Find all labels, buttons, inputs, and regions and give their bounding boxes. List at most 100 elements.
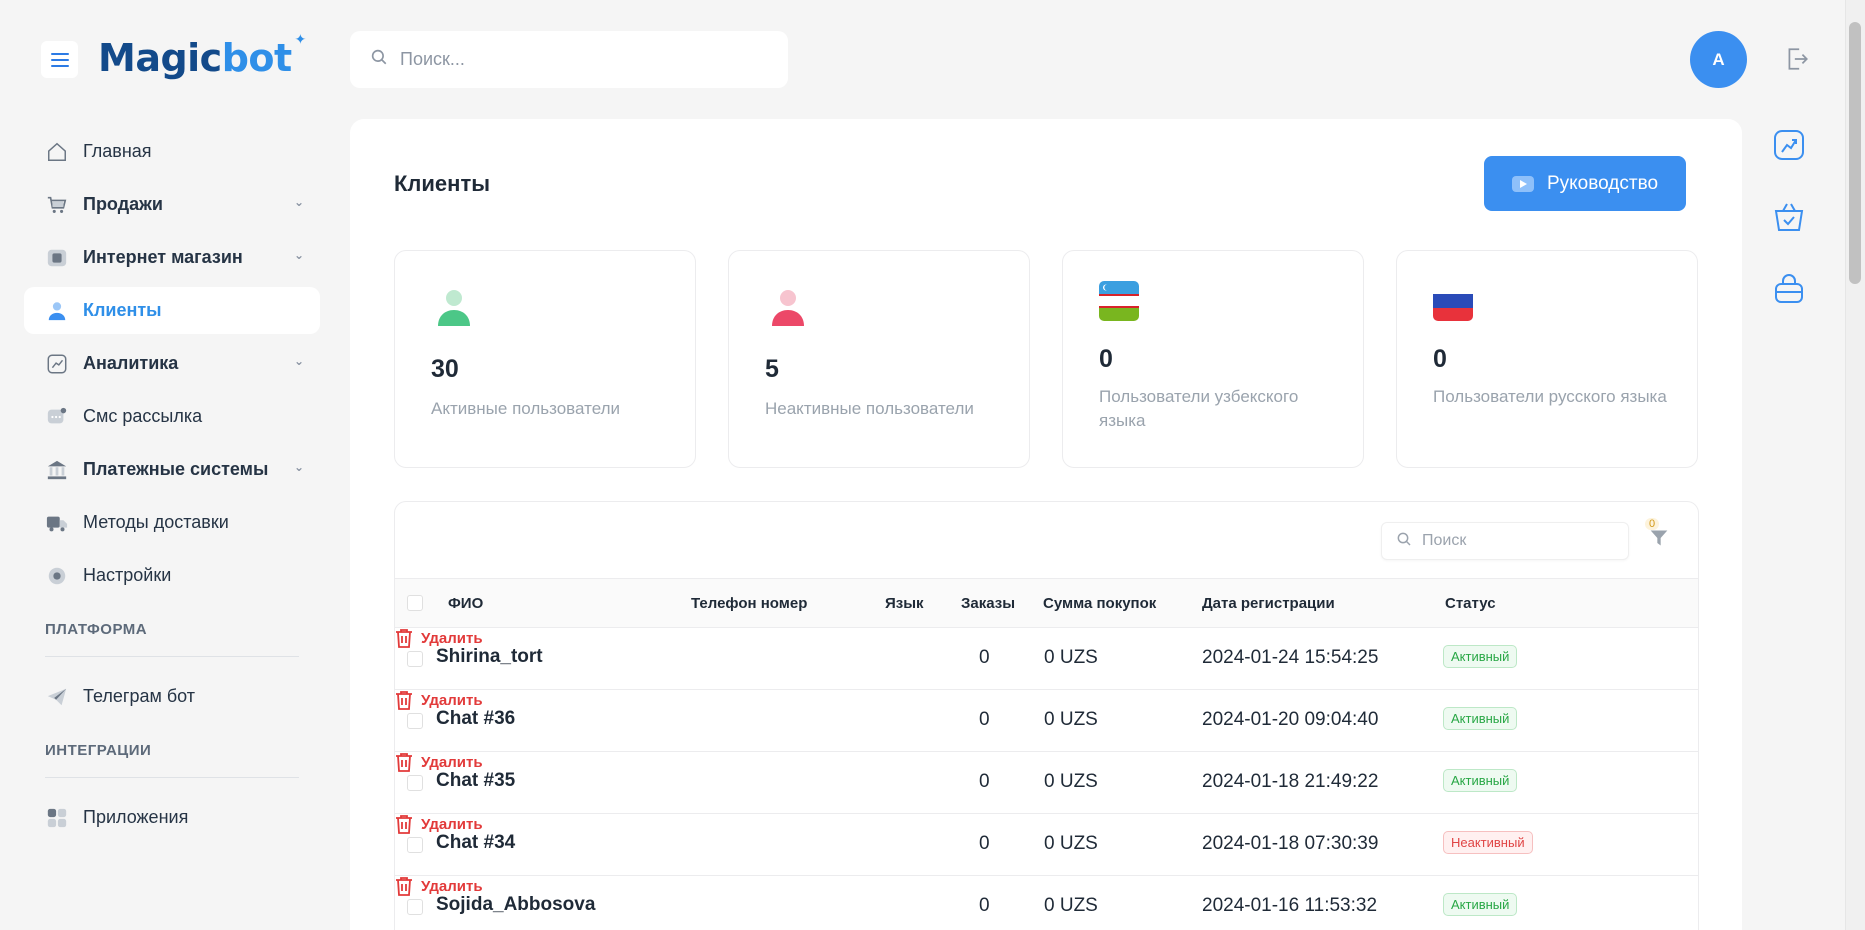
registration-date: 2024-01-16 11:53:32 bbox=[1202, 895, 1378, 916]
sidebar-item-label: Продажи bbox=[83, 194, 163, 214]
table-row[interactable]: Chat #34 0 0 UZS 2024-01-18 07:30:39 Неа… bbox=[395, 814, 1698, 876]
sms-icon bbox=[45, 405, 69, 429]
column-header-name[interactable]: ФИО bbox=[448, 595, 483, 612]
app-logo[interactable]: Magicbot ✦ bbox=[98, 32, 306, 80]
basket-check-icon[interactable] bbox=[1772, 200, 1806, 234]
table-row[interactable]: Chat #35 0 0 UZS 2024-01-18 21:49:22 Акт… bbox=[395, 752, 1698, 814]
client-name[interactable]: Chat #36 bbox=[436, 708, 515, 730]
purchase-sum: 0 UZS bbox=[1044, 771, 1098, 792]
orders-count: 0 bbox=[979, 895, 990, 916]
column-header-phone[interactable]: Телефон номер bbox=[691, 595, 807, 612]
page-title: Клиенты bbox=[394, 171, 491, 196]
filter-count-badge: 0 bbox=[1645, 518, 1660, 530]
table-search-input[interactable] bbox=[1422, 532, 1622, 550]
stat-value: 0 bbox=[1099, 345, 1113, 373]
select-all-checkbox[interactable] bbox=[407, 595, 423, 611]
table-row[interactable]: Shirina_tort 0 0 UZS 2024-01-24 15:54:25… bbox=[395, 628, 1698, 690]
orders-count: 0 bbox=[979, 833, 990, 854]
menu-toggle-button[interactable] bbox=[41, 41, 78, 78]
status-badge: Активный bbox=[1443, 707, 1518, 730]
cart-icon bbox=[45, 193, 69, 217]
sidebar-item-sales[interactable]: Продажи ⌄ bbox=[24, 181, 320, 228]
status-badge: Неактивный bbox=[1443, 831, 1533, 854]
delete-button[interactable]: Удалить bbox=[395, 690, 483, 710]
purchase-sum: 0 UZS bbox=[1044, 709, 1098, 730]
row-checkbox[interactable] bbox=[407, 775, 423, 791]
avatar[interactable]: A bbox=[1690, 31, 1747, 88]
global-search[interactable] bbox=[350, 31, 788, 88]
right-toolbar bbox=[1772, 128, 1806, 344]
status-badge: Активный bbox=[1443, 893, 1518, 916]
client-name[interactable]: Shirina_tort bbox=[436, 646, 543, 668]
sidebar-item-online-store[interactable]: Интернет магазин ⌄ bbox=[24, 234, 320, 281]
user-green-icon bbox=[437, 289, 471, 332]
search-icon bbox=[1396, 531, 1412, 552]
scrollbar-thumb[interactable] bbox=[1849, 22, 1861, 284]
client-name[interactable]: Chat #34 bbox=[436, 832, 515, 854]
column-header-registration-date[interactable]: Дата регистрации bbox=[1202, 595, 1335, 612]
chevron-down-icon: ⌄ bbox=[293, 354, 304, 368]
stat-card-uzbek-users: 0 Пользователи узбекского языка bbox=[1062, 250, 1364, 468]
filter-icon bbox=[1649, 530, 1669, 552]
sidebar-item-home[interactable]: Главная bbox=[24, 128, 320, 175]
filter-button[interactable]: 0 bbox=[1645, 518, 1669, 553]
column-header-language[interactable]: Язык bbox=[885, 595, 924, 612]
analytics-chart-icon[interactable] bbox=[1772, 128, 1806, 162]
registration-date: 2024-01-24 15:54:25 bbox=[1202, 647, 1379, 668]
stat-card-active-users: 30 Активные пользователи bbox=[394, 250, 696, 468]
status-badge: Активный bbox=[1443, 645, 1518, 668]
trash-icon bbox=[396, 753, 412, 772]
sidebar-item-delivery[interactable]: Методы доставки bbox=[24, 499, 320, 546]
divider bbox=[45, 656, 299, 657]
sidebar-item-label: Интернет магазин bbox=[83, 247, 243, 267]
client-name[interactable]: Sojida_Abbosova bbox=[436, 894, 595, 916]
stat-label: Пользователи узбекского языка bbox=[1099, 387, 1299, 430]
delete-button[interactable]: Удалить bbox=[395, 628, 483, 648]
sidebar-item-label: Главная bbox=[83, 141, 152, 161]
sidebar-item-clients[interactable]: Клиенты bbox=[24, 287, 320, 334]
trash-icon bbox=[396, 691, 412, 710]
orders-count: 0 bbox=[979, 709, 990, 730]
delete-button[interactable]: Удалить bbox=[395, 814, 483, 834]
main-panel: Клиенты Руководство 30 Активные пользова… bbox=[350, 119, 1742, 930]
row-checkbox[interactable] bbox=[407, 713, 423, 729]
trash-icon bbox=[396, 815, 412, 834]
table-row[interactable]: Sojida_Abbosova 0 0 UZS 2024-01-16 11:53… bbox=[395, 876, 1698, 930]
video-play-icon bbox=[1511, 175, 1534, 192]
stat-value: 5 bbox=[765, 355, 779, 383]
delete-button[interactable]: Удалить bbox=[395, 876, 483, 896]
sidebar-item-telegram-bot[interactable]: Телеграм бот bbox=[24, 673, 320, 720]
row-checkbox[interactable] bbox=[407, 651, 423, 667]
column-header-status[interactable]: Статус bbox=[1445, 595, 1496, 612]
client-name[interactable]: Chat #35 bbox=[436, 770, 515, 792]
stat-value: 30 bbox=[431, 355, 459, 383]
sidebar-item-label: Смс рассылка bbox=[83, 406, 203, 426]
divider bbox=[45, 777, 299, 778]
guide-button[interactable]: Руководство bbox=[1484, 156, 1686, 211]
delete-label: Удалить bbox=[421, 753, 483, 771]
search-input[interactable] bbox=[400, 49, 780, 70]
sidebar-item-label: Телеграм бот bbox=[83, 686, 196, 706]
clients-table: 0 ФИО Телефон номер Язык Заказы Сумма по… bbox=[394, 501, 1699, 930]
table-row[interactable]: Chat #36 0 0 UZS 2024-01-20 09:04:40 Акт… bbox=[395, 690, 1698, 752]
column-header-orders[interactable]: Заказы bbox=[961, 595, 1015, 612]
guide-button-label: Руководство bbox=[1546, 172, 1659, 194]
table-search[interactable] bbox=[1381, 522, 1629, 560]
logout-icon[interactable] bbox=[1784, 46, 1810, 77]
sidebar-item-analytics[interactable]: Аналитика ⌄ bbox=[24, 340, 320, 387]
delete-button[interactable]: Удалить bbox=[395, 752, 483, 772]
sidebar-item-settings[interactable]: Настройки bbox=[24, 552, 320, 599]
stat-label: Неактивные пользователи bbox=[765, 399, 974, 418]
store-icon bbox=[45, 246, 69, 270]
hamburger-icon bbox=[50, 52, 69, 67]
shopping-bag-icon[interactable] bbox=[1772, 272, 1806, 306]
purchase-sum: 0 UZS bbox=[1044, 647, 1098, 668]
sidebar-item-apps[interactable]: Приложения bbox=[24, 794, 320, 841]
sidebar-item-sms[interactable]: Смс рассылка bbox=[24, 393, 320, 440]
bank-icon bbox=[45, 458, 69, 482]
sidebar-item-payments[interactable]: Платежные системы ⌄ bbox=[24, 446, 320, 493]
row-checkbox[interactable] bbox=[407, 899, 423, 915]
column-header-purchase-sum[interactable]: Сумма покупок bbox=[1043, 595, 1156, 612]
purchase-sum: 0 UZS bbox=[1044, 895, 1098, 916]
row-checkbox[interactable] bbox=[407, 837, 423, 853]
